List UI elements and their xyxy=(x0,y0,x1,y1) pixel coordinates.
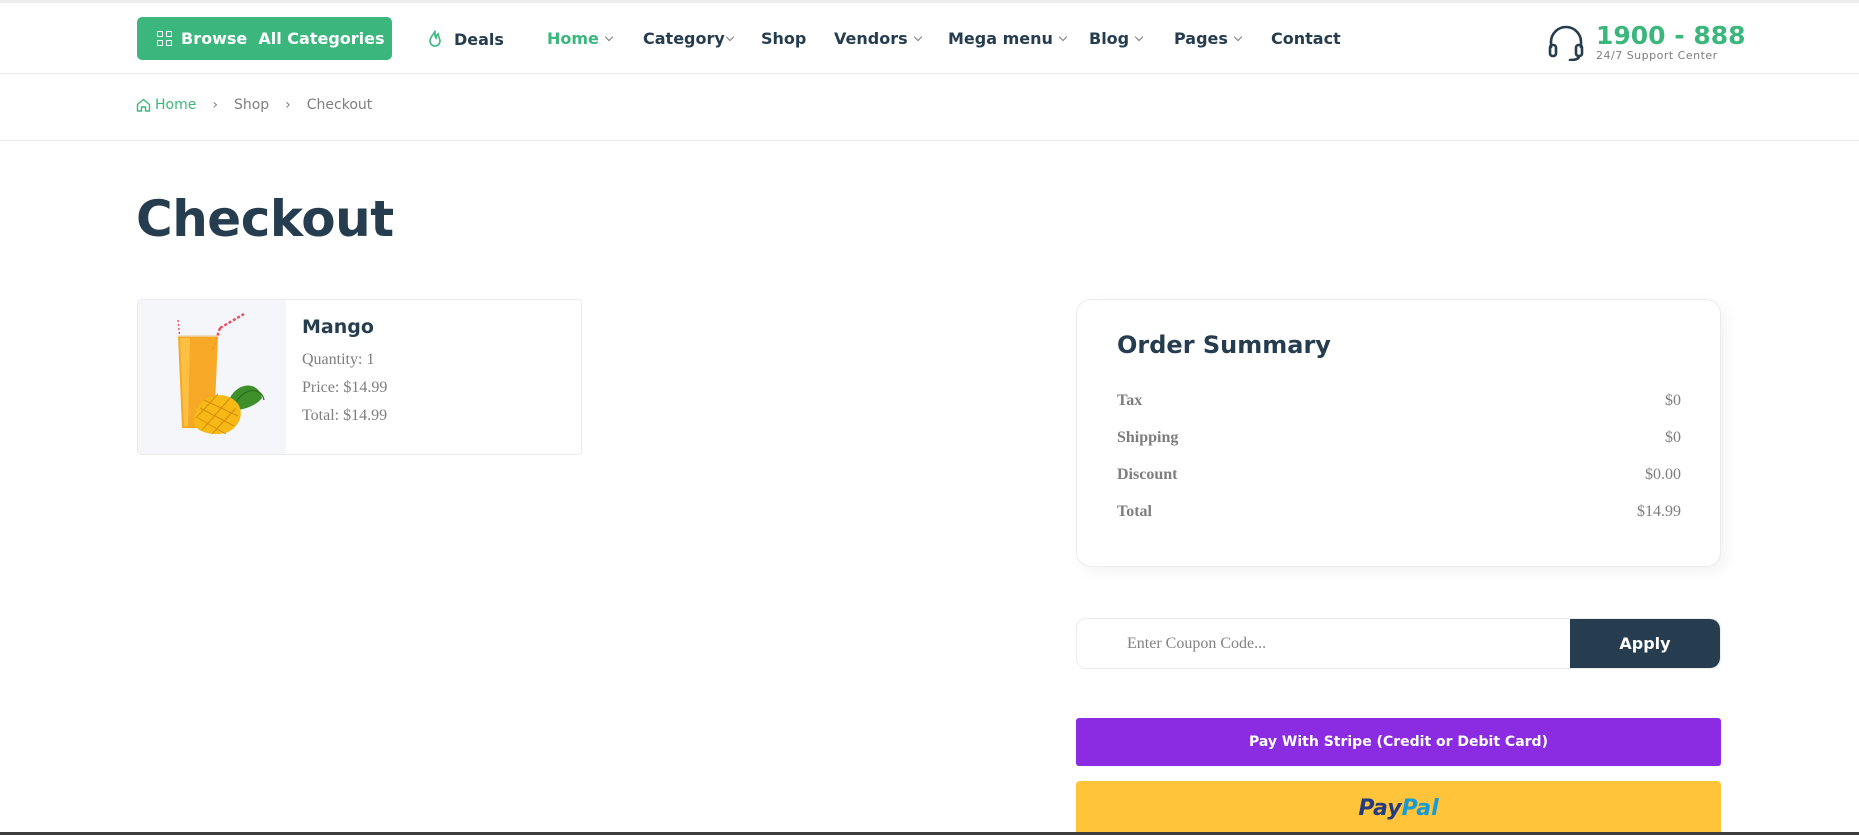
page-title: Checkout xyxy=(136,190,394,248)
chevron-down-icon xyxy=(1058,32,1068,41)
nav-shop-label: Shop xyxy=(761,29,807,48)
breadcrumb-shop[interactable]: Shop xyxy=(234,97,269,113)
summary-row-total: Total $14.99 xyxy=(1117,503,1681,521)
summary-label: Total xyxy=(1117,503,1152,520)
pay-with-stripe-button[interactable]: Pay With Stripe (Credit or Debit Card) xyxy=(1076,718,1721,766)
support-caption: 24/7 Support Center xyxy=(1596,49,1718,62)
nav-pages-label: Pages xyxy=(1174,29,1228,48)
chevron-down-icon xyxy=(604,32,614,41)
paypal-button[interactable]: Pay Pal xyxy=(1076,781,1721,835)
breadcrumb-home-label: Home xyxy=(155,97,197,113)
breadcrumb-trail: Home › Shop › Checkout xyxy=(136,97,372,113)
chevron-down-icon xyxy=(913,32,922,41)
apply-coupon-button[interactable]: Apply xyxy=(1570,619,1720,668)
cart-item-details: Mango Quantity: 1 Price: $14.99 Total: $… xyxy=(302,316,387,435)
summary-value: $0.00 xyxy=(1645,466,1681,483)
cart-item-quantity: Quantity: 1 xyxy=(302,351,375,368)
paypal-logo-pay: Pay xyxy=(1358,795,1402,821)
coupon-form: Apply xyxy=(1076,618,1721,669)
nav-home[interactable]: Home xyxy=(547,29,614,48)
cart-item-name[interactable]: Mango xyxy=(302,316,387,338)
home-icon xyxy=(136,98,151,112)
nav-shop[interactable]: Shop xyxy=(761,29,806,48)
cart-item-total: Total: $14.99 xyxy=(302,407,388,424)
mango-juice-image xyxy=(177,312,265,435)
summary-label: Tax xyxy=(1117,392,1143,409)
summary-value: $14.99 xyxy=(1637,503,1681,520)
breadcrumb: Home › Shop › Checkout xyxy=(0,74,1859,141)
browse-categories-button[interactable]: Browse All Categories xyxy=(137,17,402,60)
paypal-logo-pal: Pal xyxy=(1401,795,1439,821)
breadcrumb-separator: › xyxy=(285,97,291,113)
headset-icon xyxy=(1548,25,1584,61)
summary-label: Discount xyxy=(1117,466,1178,483)
browse-categories-label: Browse All Categories xyxy=(181,29,385,48)
cart-item-price: Price: $14.99 xyxy=(302,379,388,396)
nav-deals[interactable]: Deals xyxy=(426,29,504,49)
breadcrumb-current: Checkout xyxy=(306,97,373,113)
nav-blog-label: Blog xyxy=(1089,29,1130,48)
nav-vendors[interactable]: Vendors xyxy=(834,29,922,48)
site-header: Browse All Categories Deals Home Categor… xyxy=(0,3,1859,74)
chevron-down-icon xyxy=(393,32,402,40)
summary-value: $0 xyxy=(1665,429,1681,446)
nav-vendors-label: Vendors xyxy=(834,29,908,48)
nav-pages[interactable]: Pages xyxy=(1174,29,1243,48)
breadcrumb-separator: › xyxy=(212,97,218,113)
chevron-down-icon xyxy=(725,32,735,41)
summary-row-tax: Tax $0 xyxy=(1117,392,1681,410)
chevron-down-icon xyxy=(1233,32,1243,41)
nav-mega-menu-label: Mega menu xyxy=(948,29,1053,48)
summary-value: $0 xyxy=(1665,392,1681,409)
nav-deals-label: Deals xyxy=(454,29,504,49)
support-contact[interactable]: 1900 - 888 24/7 Support Center xyxy=(1547,21,1746,65)
order-summary-title: Order Summary xyxy=(1117,331,1331,359)
summary-row-shipping: Shipping $0 xyxy=(1117,429,1681,447)
cart-item-card: Mango Quantity: 1 Price: $14.99 Total: $… xyxy=(137,299,582,455)
nav-mega-menu[interactable]: Mega menu xyxy=(948,29,1068,48)
nav-blog[interactable]: Blog xyxy=(1089,29,1144,48)
grid-icon xyxy=(157,31,172,46)
summary-label: Shipping xyxy=(1117,429,1179,446)
nav-contact-label: Contact xyxy=(1271,29,1341,48)
nav-category-label: Category xyxy=(643,29,725,48)
support-number: 1900 - 888 xyxy=(1596,21,1746,50)
nav-contact[interactable]: Contact xyxy=(1271,29,1341,48)
chevron-down-icon xyxy=(1134,32,1144,41)
summary-row-discount: Discount $0.00 xyxy=(1117,466,1681,484)
breadcrumb-home[interactable]: Home xyxy=(136,97,196,113)
nav-home-label: Home xyxy=(547,29,599,48)
nav-category[interactable]: Category xyxy=(643,29,735,48)
product-image xyxy=(138,300,286,454)
order-summary-panel: Order Summary Tax $0 Shipping $0 Discoun… xyxy=(1076,299,1721,567)
flame-icon xyxy=(429,30,441,47)
coupon-code-input[interactable] xyxy=(1077,619,1570,668)
